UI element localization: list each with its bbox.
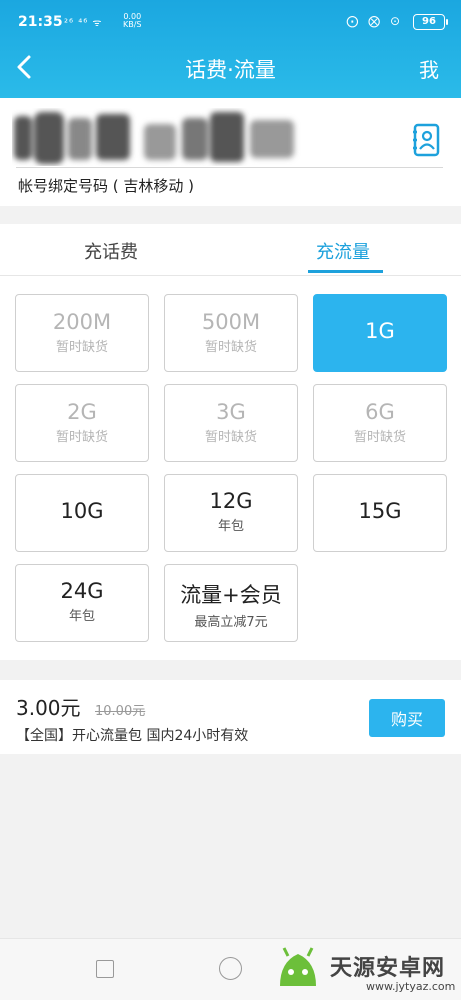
package-size: 24G [60, 579, 104, 603]
package-note: 暂时缺货 [55, 430, 108, 445]
package-option[interactable]: 6G 暂时缺货 [313, 384, 447, 462]
site-watermark: 天源安卓网 www.jytyaz.com [270, 940, 461, 1000]
status-time: 21:35 [18, 14, 63, 30]
package-option[interactable]: 10G [15, 474, 149, 552]
recharge-tabs: 充话费 充流量 [0, 224, 461, 276]
package-option[interactable]: 500M 暂时缺货 [164, 294, 298, 372]
package-size: 15G [358, 499, 402, 523]
package-option[interactable]: 3G 暂时缺货 [164, 384, 298, 462]
package-option[interactable]: 12G 年包 [164, 474, 298, 552]
package-size: 6G [365, 400, 395, 424]
home-icon[interactable] [219, 957, 242, 980]
signal-wifi-icons: ²⁶ ⁴⁶ ᯤ [64, 18, 103, 29]
package-description: 【全国】开心流量包 国内24小时有效 [16, 728, 249, 744]
original-price: 10.00元 [95, 704, 146, 719]
package-size: 1G [365, 319, 395, 343]
package-option-selected[interactable]: 1G [313, 294, 447, 372]
package-option[interactable]: 流量+会员 最高立减7元 [164, 564, 298, 642]
package-size: 3G [216, 400, 246, 424]
package-option[interactable]: 24G 年包 [15, 564, 149, 642]
package-note: 暂时缺货 [204, 340, 257, 355]
package-option[interactable]: 2G 暂时缺货 [15, 384, 149, 462]
bound-number-label: 帐号绑定号码 ( 吉林移动 ) [18, 177, 195, 195]
package-note: 暂时缺货 [204, 430, 257, 445]
buy-button[interactable]: 购买 [369, 699, 445, 737]
current-price: 3.00元 [16, 696, 81, 720]
battery-icon: 96 [413, 14, 448, 30]
package-option[interactable]: 200M 暂时缺货 [15, 294, 149, 372]
active-tab-indicator [308, 270, 383, 273]
page-title: 话费·流量 [185, 58, 276, 82]
network-speed-unit: KB/S [123, 20, 142, 29]
recent-apps-icon[interactable] [96, 960, 114, 978]
network-speed: 0.00 KB/S [123, 13, 142, 29]
watermark-text: 天源安卓网 [330, 956, 446, 981]
account-divider [16, 167, 443, 168]
top-bar: 21:35 ²⁶ ⁴⁶ ᯤ 0.00 KB/S ⨀ ⨂ ⊙ 96 话费·流量 我 [0, 0, 461, 98]
package-size: 200M [52, 310, 112, 334]
me-button[interactable]: 我 [419, 54, 439, 83]
status-right-icons: ⨀ ⨂ ⊙ [346, 14, 403, 28]
package-note: 年包 [68, 609, 95, 624]
status-bar: 21:35 ²⁶ ⁴⁶ ᯤ 0.00 KB/S ⨀ ⨂ ⊙ 96 [0, 0, 461, 40]
package-size: 流量+会员 [180, 583, 282, 607]
tab-phone-credit[interactable]: 充话费 [84, 238, 138, 264]
package-note: 暂时缺货 [353, 430, 406, 445]
package-option[interactable]: 15G [313, 474, 447, 552]
tab-data-traffic[interactable]: 充流量 [316, 238, 370, 264]
watermark-url: www.jytyaz.com [366, 980, 456, 993]
package-size: 12G [209, 489, 253, 513]
redacted-phone-number [14, 112, 294, 164]
package-note: 最高立减7元 [194, 615, 268, 630]
package-note: 暂时缺货 [55, 340, 108, 355]
package-size: 10G [60, 499, 104, 523]
package-size: 500M [201, 310, 261, 334]
package-note: 年包 [217, 519, 244, 534]
contacts-icon[interactable] [412, 123, 440, 157]
watermark-logo-icon [280, 947, 316, 986]
package-size: 2G [67, 400, 97, 424]
